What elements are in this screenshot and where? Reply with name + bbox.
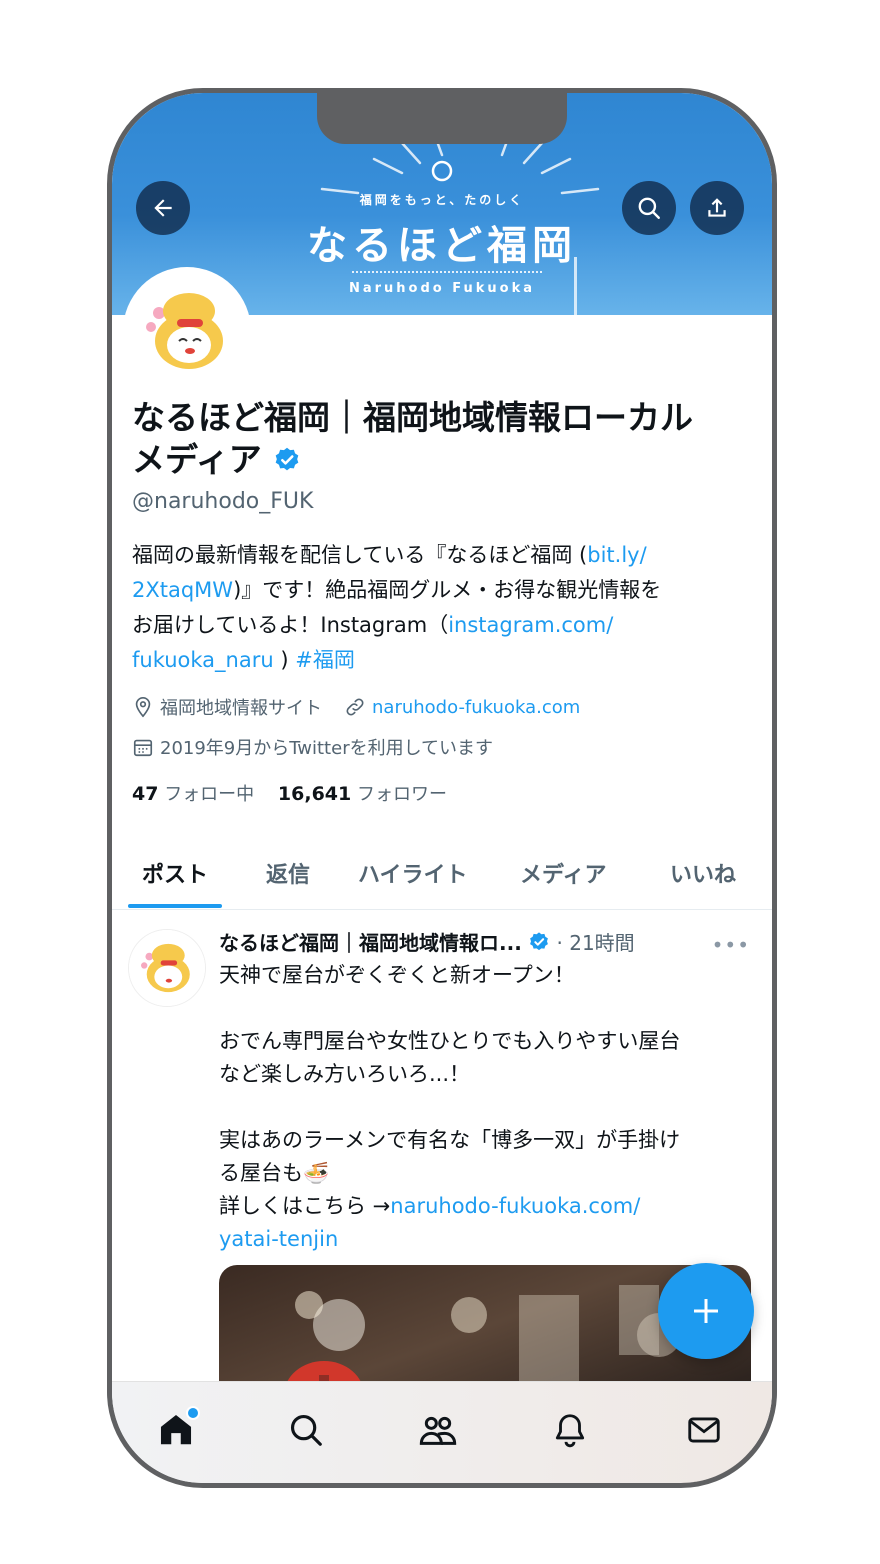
post-line: 実はあのラーメンで有名な「博多一双」が手掛け xyxy=(219,1128,681,1152)
post-time: · 21時間 xyxy=(556,931,635,955)
calendar-icon xyxy=(132,736,154,758)
profile-meta-row: 福岡地域情報サイト naruhodo-fukuoka.com xyxy=(132,694,752,720)
bio-text: ) xyxy=(273,648,296,672)
banner-logo: なるほど福岡 xyxy=(307,223,577,269)
post-line: 天神で屋台がぞくぞくと新オープン！ xyxy=(219,963,575,987)
bio-text: 福岡の最新情報を配信している『なるほど福岡 ( xyxy=(132,543,588,567)
tab-posts[interactable]: ポスト xyxy=(142,857,208,889)
tab-replies[interactable]: 返信 xyxy=(266,857,310,889)
bio-text: お届けしているよ！Instagram（ xyxy=(132,613,449,637)
post-line: など楽しみ方いろいろ...！ xyxy=(219,1062,471,1086)
profile-name-line2: メディア xyxy=(132,440,262,479)
following-count: 47 xyxy=(132,783,159,805)
post-line: る屋台も🍜 xyxy=(219,1161,330,1185)
bottom-navigation xyxy=(112,1381,772,1483)
profile-website-link[interactable]: naruhodo-fukuoka.com xyxy=(372,697,580,718)
nav-search[interactable] xyxy=(284,1408,328,1452)
post-link-cont[interactable]: yatai-tenjin xyxy=(219,1227,338,1251)
post-line: 詳しくはこちら → xyxy=(219,1194,391,1218)
post-line: おでん専門屋台や女性ひとりでも入りやすい屋台 xyxy=(219,1029,681,1053)
profile-bio: 福岡の最新情報を配信している『なるほど福岡 (bit.ly/2XtaqMW)』で… xyxy=(132,538,742,678)
back-button[interactable] xyxy=(136,181,190,235)
bell-icon xyxy=(555,1414,585,1448)
mascot-avatar-icon xyxy=(127,271,247,391)
bio-link-instagram[interactable]: instagram.com/ xyxy=(448,613,613,637)
profile-handle: @naruhodo_FUK xyxy=(132,489,314,514)
bio-link-instagram-cont[interactable]: fukuoka_naru xyxy=(132,648,274,672)
notch xyxy=(317,93,567,144)
tab-likes[interactable]: いいね xyxy=(670,857,736,889)
notification-dot xyxy=(186,1406,200,1420)
link-icon xyxy=(344,696,366,718)
bio-text: )』です！絶品福岡グルメ・お得な観光情報を xyxy=(233,578,662,602)
nav-notifications[interactable] xyxy=(548,1408,592,1452)
follow-stats: 47 フォロー中 16,641 フォロワー xyxy=(132,780,752,806)
plus-icon xyxy=(694,1299,718,1323)
post-author[interactable]: なるほど福岡｜福岡地域情報ロ... xyxy=(219,931,522,955)
share-icon xyxy=(708,198,726,217)
followers-count: 16,641 xyxy=(277,783,352,805)
compose-button[interactable] xyxy=(658,1263,754,1359)
more-options-icon[interactable]: ••• xyxy=(712,933,750,957)
profile-tabs: ポスト 返信 ハイライト メディア いいね xyxy=(112,843,772,910)
nav-communities[interactable] xyxy=(416,1408,460,1452)
mail-icon xyxy=(688,1417,720,1443)
search-button[interactable] xyxy=(622,181,676,235)
post-text: 天神で屋台がぞくぞくと新オープン！ おでん専門屋台や女性ひとりでも入りやすい屋台… xyxy=(219,959,759,1256)
nav-messages[interactable] xyxy=(682,1408,726,1452)
post-avatar[interactable] xyxy=(128,929,206,1007)
active-tab-indicator xyxy=(128,904,222,908)
mascot-avatar-icon xyxy=(129,930,205,1006)
profile-name-line1: なるほど福岡｜福岡地域情報ローカル xyxy=(132,398,693,437)
communities-icon xyxy=(419,1416,457,1445)
banner-divider xyxy=(352,271,542,273)
profile-joined: 2019年9月からTwitterを利用しています xyxy=(160,738,494,759)
profile-avatar[interactable] xyxy=(127,271,247,391)
search-icon xyxy=(290,1414,322,1446)
nav-home[interactable] xyxy=(154,1406,200,1452)
followers-label: フォロワー xyxy=(356,784,447,805)
following-label: フォロー中 xyxy=(164,784,255,805)
profile-info: なるほど福岡｜福岡地域情報ローカル メディア @naruhodo_FUK 福岡の… xyxy=(132,393,752,806)
profile-location: 福岡地域情報サイト xyxy=(160,698,322,719)
bio-link-bitly-cont[interactable]: 2XtaqMW xyxy=(132,578,233,602)
arrow-left-icon xyxy=(154,199,172,217)
following-link[interactable]: 47 フォロー中 xyxy=(132,783,255,805)
tab-highlights[interactable]: ハイライト xyxy=(358,857,468,889)
verified-badge-icon xyxy=(530,932,549,951)
followers-link[interactable]: 16,641 フォロワー xyxy=(277,783,447,805)
tab-media[interactable]: メディア xyxy=(520,857,606,889)
tower-graphic xyxy=(574,257,577,315)
phone-frame: 福岡をもっと、たのしく なるほど福岡 Naruhodo Fukuoka なるほど… xyxy=(107,88,777,1488)
profile-name: なるほど福岡｜福岡地域情報ローカル メディア xyxy=(132,397,752,481)
location-icon xyxy=(132,696,154,718)
profile-joined-row: 2019年9月からTwitterを利用しています xyxy=(132,734,752,760)
post-header: なるほど福岡｜福岡地域情報ロ... · 21時間 xyxy=(219,927,759,956)
bio-link-bitly[interactable]: bit.ly/ xyxy=(587,543,646,567)
post-link[interactable]: naruhodo-fukuoka.com/ xyxy=(390,1194,640,1218)
search-icon xyxy=(638,197,660,219)
bio-hashtag[interactable]: #福岡 xyxy=(295,648,355,672)
share-button[interactable] xyxy=(690,181,744,235)
verified-badge-icon xyxy=(275,447,299,471)
